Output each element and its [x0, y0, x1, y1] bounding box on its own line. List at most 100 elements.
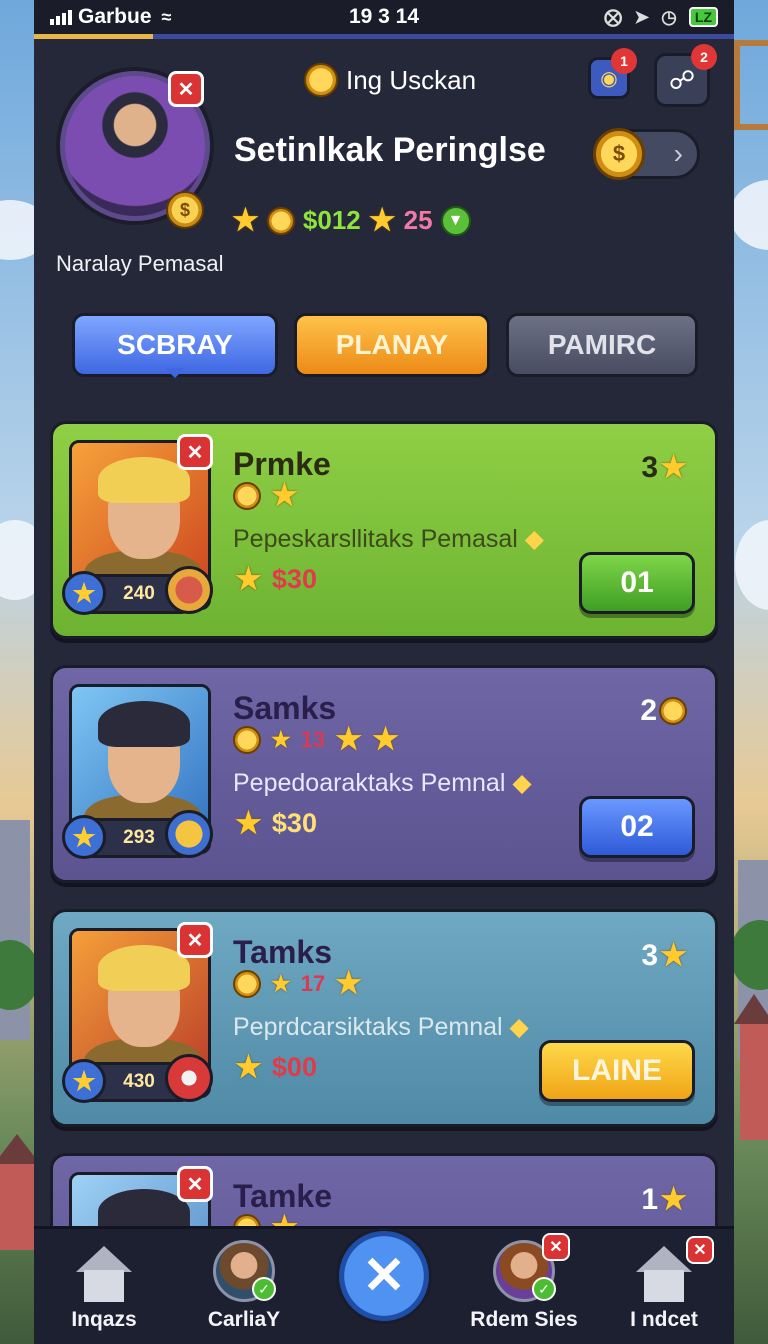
app-title: Ing Usckan	[304, 63, 476, 97]
star-icon: ★	[235, 563, 262, 596]
card-reward: ★ $30	[235, 806, 317, 841]
crane-icon	[734, 40, 768, 130]
card-subtitle: Peprdcarsiktaks Pemnal ◆	[233, 1012, 529, 1042]
level-value: 240	[123, 583, 155, 604]
nav-item-friends[interactable]: ✓ ✕ Rdem Sies	[464, 1233, 584, 1332]
coin-icon	[659, 697, 687, 725]
star-icon: ★	[232, 204, 259, 237]
star-icon: ★	[660, 451, 687, 484]
reward-value: $00	[271, 1052, 317, 1082]
card-action-button[interactable]: 02	[579, 796, 695, 858]
status-bar: Garbue ≈ 19 3 14 ⨂ ➤ ◷ LZ	[34, 0, 734, 34]
profile-header: ✕ $ Naralay Pemasal Ing Usckan ◉ 1 ☍ 2 S…	[34, 39, 734, 397]
card-list: ✕ ★ 240 Prmke ★ Pepeskarsllitaks Pemasal…	[50, 421, 718, 1344]
rank-value: 2	[640, 694, 657, 727]
rank-value: 3	[641, 450, 659, 484]
chevron-right-icon: ›	[673, 138, 683, 169]
list-item[interactable]: ★ 293 Samks ★ 13 ★ ★ Pepedoaraktaks Pemn…	[50, 665, 718, 883]
mute-icon: ⨂	[604, 6, 623, 27]
nav-label: CarliaY	[207, 1308, 281, 1331]
card-icons: ★	[233, 478, 298, 513]
star-icon: ★	[372, 723, 400, 756]
close-icon[interactable]: ✕	[686, 1236, 714, 1264]
player-name: Naralay Pemasal	[56, 251, 224, 276]
list-item[interactable]: ✕ ★ 430 Tamks ★ 17 ★ Peprdcarsiktaks Pem…	[50, 909, 718, 1127]
star-icon: ★	[660, 939, 687, 972]
coin-badge-icon	[165, 810, 213, 858]
friend-avatar-icon: ✓ ✕	[493, 1233, 570, 1302]
coin-icon	[233, 481, 261, 510]
level-star-icon: ★	[62, 815, 106, 859]
gold-coin-icon: $	[593, 128, 645, 180]
row-count: 13	[300, 726, 326, 752]
home-icon: ✕	[636, 1236, 714, 1302]
main-panel: ✕ $ Naralay Pemasal Ing Usckan ◉ 1 ☍ 2 S…	[34, 39, 734, 1344]
remove-icon[interactable]: ✕	[177, 1166, 213, 1202]
star-icon: ★	[271, 479, 298, 512]
check-icon: ✓	[532, 1277, 556, 1301]
tab-bar: SCBRAY PLANAY PAMIRC	[72, 313, 698, 378]
nav-item-index[interactable]: ✕ I ndcet	[604, 1236, 724, 1332]
tab-pamirc[interactable]: PAMIRC	[506, 313, 698, 377]
check-icon: ✓	[252, 1277, 276, 1301]
remove-icon[interactable]: ✕	[177, 434, 213, 470]
nav-item-home[interactable]: Inqazs	[44, 1246, 164, 1332]
rank-value: 3	[641, 938, 659, 972]
card-action-button[interactable]: LAINE	[539, 1040, 695, 1102]
nav-item-profile[interactable]: ✓ CarliaY	[184, 1240, 304, 1332]
card-rank: 2	[640, 694, 687, 728]
card-rank: 3 ★	[641, 450, 687, 485]
app-title-text: Ing Usckan	[346, 64, 477, 95]
coin-icon	[233, 725, 261, 754]
count-value: 25	[403, 205, 433, 235]
diamond-icon: ◆	[524, 525, 545, 553]
remove-icon[interactable]: ✕	[177, 922, 213, 958]
nav-label: I ndcet	[630, 1308, 698, 1331]
money-value: $012	[302, 205, 361, 235]
reward-value: $30	[271, 808, 317, 838]
crown-icon: ★	[368, 204, 396, 237]
medal-icon: ★	[271, 970, 291, 996]
avatar-close-icon[interactable]: ✕	[168, 71, 204, 107]
coin-stack-icon	[266, 206, 295, 235]
medic-badge-icon	[165, 1054, 213, 1102]
level-star-icon: ★	[62, 571, 106, 615]
close-icon[interactable]: ✕	[336, 1228, 432, 1324]
level-star-icon: ★	[62, 1059, 106, 1103]
level-value: 293	[123, 827, 155, 848]
diamond-icon: ◆	[512, 769, 532, 797]
battery-icon: LZ	[688, 7, 718, 27]
page-title: Setinlkak Peringlse	[234, 131, 546, 169]
tab-scbray[interactable]: SCBRAY	[72, 313, 278, 378]
reward-value: $30	[271, 564, 317, 594]
card-rank: 3 ★	[641, 938, 687, 973]
medal-icon: ★	[271, 726, 291, 752]
star-icon: ★	[235, 807, 262, 840]
nav-item-center[interactable]: ✕	[324, 1228, 444, 1332]
card-action-button[interactable]: 01	[579, 552, 695, 614]
card-subtitle-text: Peprdcarsiktaks Pemnal	[233, 1013, 503, 1041]
profile-avatar-icon: ✓	[213, 1240, 276, 1302]
player-stats: ★ $012 ★ 25 ▼	[232, 203, 471, 238]
home-icon	[76, 1246, 132, 1302]
add-icon[interactable]: ▼	[440, 205, 471, 236]
card-reward: ★ $00	[235, 1050, 317, 1085]
signal-icon	[50, 9, 72, 25]
mail-button[interactable]: ◉ 1	[588, 48, 637, 99]
close-icon[interactable]: ✕	[542, 1233, 570, 1261]
currency-toggle[interactable]: $ ›	[593, 128, 700, 180]
list-item[interactable]: ✕ ★ 240 Prmke ★ Pepeskarsllitaks Pemasal…	[50, 421, 718, 639]
mail-notification-badge: 1	[611, 48, 637, 74]
tab-planay[interactable]: PLANAY	[294, 313, 490, 377]
card-reward: ★ $30	[235, 562, 317, 597]
link-icon: ☍	[668, 64, 696, 95]
rank-badge-icon	[165, 566, 213, 614]
settings-button[interactable]: ☍ 2	[654, 44, 717, 107]
diamond-icon: ◆	[509, 1013, 529, 1041]
level-value: 430	[123, 1071, 155, 1092]
card-icons: ★ 17 ★	[233, 966, 362, 1001]
star-icon: ★	[660, 1183, 687, 1216]
coin-icon	[233, 969, 261, 998]
alarm-icon: ◷	[661, 6, 677, 27]
nav-label: Rdem Sies	[470, 1308, 578, 1331]
